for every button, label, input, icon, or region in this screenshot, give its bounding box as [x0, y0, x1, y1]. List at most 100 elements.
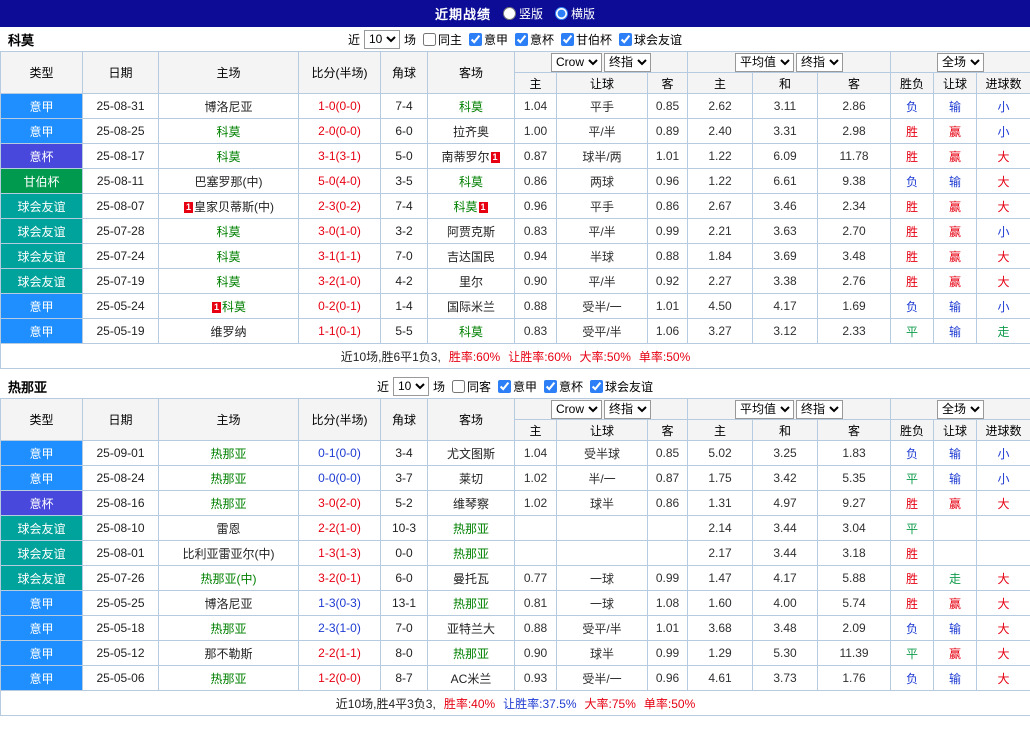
average-odds-cell: 4.17 [752, 565, 818, 591]
filter-checkbox-option[interactable]: 意杯 [539, 378, 583, 395]
odds-group-select[interactable]: 终指 [796, 399, 844, 419]
match-type-cell: 意甲 [0, 590, 83, 616]
result-cell: 胜 [890, 218, 935, 244]
away-team-cell: 里尔 [427, 268, 515, 294]
filter-checkbox-option[interactable]: 甘伯杯 [556, 31, 612, 48]
filter-checkbox[interactable] [590, 379, 604, 393]
team-section: 热那亚近 10 场同客 意甲 意杯 球会友谊 类型 日期 主场 比分(半场) 角球 客场 Crow 终指平… [0, 374, 1030, 716]
filter-checkbox[interactable] [619, 32, 633, 46]
filter-checkbox-option[interactable]: 意甲 [493, 378, 537, 395]
average-odds-cell: 4.50 [687, 293, 753, 319]
odds-group-select[interactable]: 全场 [937, 52, 985, 72]
column-header: 主 [514, 72, 557, 94]
odds-group-select[interactable]: Crow [551, 399, 602, 419]
match-count-select[interactable]: 10 [363, 29, 400, 49]
average-odds-cell: 2.34 [816, 193, 892, 219]
column-header: 比分(半场) [298, 398, 381, 441]
date-cell: 25-05-12 [82, 640, 159, 666]
filter-checkbox-option[interactable]: 同主 [418, 31, 462, 48]
away-team-cell: 热那亚 [427, 540, 515, 566]
match-type-cell: 球会友谊 [0, 218, 83, 244]
crown-odds-cell [514, 515, 557, 541]
odds-group-select[interactable]: 平均值 [735, 52, 795, 72]
result-cell [933, 515, 978, 541]
result-cell [976, 540, 1030, 566]
team-name-text: 科莫 [458, 324, 483, 339]
odds-group-select[interactable]: Crow [551, 52, 602, 72]
average-odds-cell: 1.60 [687, 590, 753, 616]
filter-checkbox-label: 球会友谊 [634, 32, 683, 47]
average-odds-cell: 5.02 [687, 440, 753, 466]
match-type-cell: 意杯 [0, 490, 83, 516]
filter-checkbox-option[interactable]: 意甲 [464, 31, 508, 48]
date-cell: 25-05-18 [82, 615, 159, 641]
team-name-text: 科莫 [216, 249, 241, 264]
column-header: 主场 [158, 51, 299, 94]
filter-checkbox[interactable] [544, 379, 558, 393]
odds-group-select[interactable]: 终指 [604, 52, 651, 72]
average-odds-cell: 3.46 [752, 193, 818, 219]
layout-option-horizontal[interactable]: 横版 [555, 5, 595, 22]
match-type-cell: 意甲 [0, 293, 83, 319]
average-odds-cell: 1.84 [687, 243, 753, 269]
match-count-select[interactable]: 10 [392, 376, 429, 396]
filter-checkbox[interactable] [451, 379, 465, 393]
filter-checkbox-option[interactable]: 意杯 [510, 31, 554, 48]
score-cell: 1-1(0-1) [298, 318, 381, 344]
result-cell: 负 [890, 168, 935, 194]
vertical-radio-input[interactable] [502, 7, 516, 20]
crown-odds-cell: 半球 [556, 243, 648, 269]
score-cell: 3-0(1-0) [298, 218, 381, 244]
crown-odds-cell: 受半球 [556, 440, 648, 466]
section-header: 科莫 近 10 场 同主 意甲 意杯 甘伯杯 球会友谊 [0, 27, 1030, 51]
team-name: 科莫 [8, 32, 35, 48]
crown-odds-cell: 1.02 [514, 465, 557, 491]
crown-odds-cell: 0.88 [647, 243, 688, 269]
team-name-text: 热那亚 [452, 596, 489, 611]
result-cell: 小 [976, 293, 1030, 319]
filter-checkbox[interactable] [422, 32, 436, 46]
result-cell: 赢 [933, 268, 978, 294]
filter-checkbox[interactable] [498, 379, 511, 393]
red-card-badge: 1 [490, 151, 500, 163]
date-cell: 25-05-06 [82, 665, 159, 691]
odds-group-header: Crow 终指 [514, 398, 688, 420]
horizontal-radio-label: 横版 [571, 7, 596, 21]
average-odds-cell: 2.33 [816, 318, 892, 344]
date-cell: 25-08-07 [82, 193, 159, 219]
result-cell: 大 [976, 168, 1030, 194]
horizontal-radio-input[interactable] [555, 7, 568, 20]
crown-odds-cell: 1.01 [647, 293, 688, 319]
filter-checkbox[interactable] [515, 32, 528, 46]
score-cell: 0-1(0-0) [298, 440, 381, 466]
odds-group-select[interactable]: 终指 [796, 52, 844, 72]
crown-odds-cell: 0.83 [514, 218, 557, 244]
result-cell: 大 [976, 243, 1030, 269]
odds-group-select[interactable]: 全场 [937, 399, 985, 419]
crown-odds-cell: 0.87 [647, 465, 688, 491]
away-team-cell: 拉齐奥 [427, 118, 515, 144]
filter-checkbox-label: 同主 [437, 32, 462, 47]
away-team-cell: 亚特兰大 [427, 615, 515, 641]
crown-odds-cell: 0.96 [647, 168, 688, 194]
average-odds-cell: 5.88 [816, 565, 892, 591]
team-name-text: 科莫 [458, 174, 483, 189]
layout-option-vertical[interactable]: 竖版 [502, 5, 543, 22]
filter-checkbox[interactable] [561, 32, 575, 46]
home-team-cell: 1 科莫 [158, 293, 299, 319]
filter-checkbox-option[interactable]: 同客 [447, 378, 491, 395]
odds-group-select[interactable]: 终指 [604, 399, 651, 419]
odds-group-header: Crow 终指 [514, 51, 688, 73]
filter-checkbox-label: 意甲 [513, 379, 538, 394]
home-team-cell: 热那亚 [158, 440, 299, 466]
average-odds-cell: 5.35 [816, 465, 892, 491]
average-odds-cell: 6.09 [752, 143, 818, 169]
filter-checkbox-option[interactable]: 球会友谊 [614, 31, 682, 48]
team-name-text: 皇家贝蒂斯(中) [194, 199, 274, 214]
odds-group-select[interactable]: 平均值 [735, 399, 795, 419]
filter-checkbox-option[interactable]: 球会友谊 [585, 378, 653, 395]
score-cell: 1-3(1-3) [298, 540, 381, 566]
average-odds-cell: 9.38 [816, 168, 892, 194]
crown-odds-cell: 0.93 [514, 665, 557, 691]
filter-checkbox[interactable] [468, 32, 482, 46]
